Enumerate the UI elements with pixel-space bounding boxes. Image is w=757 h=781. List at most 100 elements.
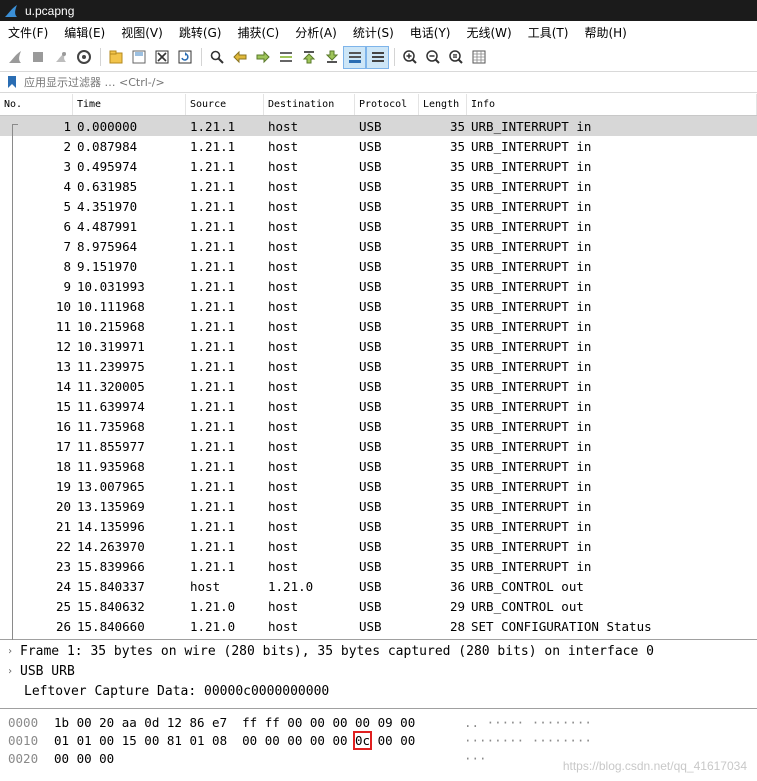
- display-filter-input[interactable]: [24, 73, 757, 91]
- packet-row[interactable]: 15 11.639974 1.21.1 host USB 35 URB_INTERRUPT …: [0, 396, 757, 416]
- capture-options-icon[interactable]: [73, 47, 94, 68]
- menu-item[interactable]: 文件(F): [0, 24, 56, 41]
- column-header-destination[interactable]: Destination: [264, 94, 355, 115]
- expand-arrow-icon[interactable]: ›: [0, 666, 20, 677]
- packet-row[interactable]: 26 15.840660 1.21.0 host USB 28 SET CONFIGURAT…: [0, 616, 757, 636]
- packet-cell-dst: host: [268, 498, 299, 514]
- find-packet-icon[interactable]: [206, 47, 227, 68]
- packet-row[interactable]: 8 9.151970 1.21.1 host USB 35 URB_INTERRUPT in: [0, 256, 757, 276]
- packet-row[interactable]: 11 10.215968 1.21.1 host USB 35 URB_INTERRUPT …: [0, 316, 757, 336]
- packet-row[interactable]: 1 0.000000 1.21.1 host USB 35 URB_INTERRUPT in: [0, 116, 757, 136]
- packet-row[interactable]: 14 11.320005 1.21.1 host USB 35 URB_INTERRUPT …: [0, 376, 757, 396]
- column-header-protocol[interactable]: Protocol: [355, 94, 419, 115]
- packet-cell-dst: host: [268, 278, 299, 294]
- packet-cell-proto: USB: [359, 398, 382, 414]
- go-first-icon[interactable]: [298, 47, 319, 68]
- packet-cell-src: 1.21.1: [190, 338, 236, 354]
- column-header-no[interactable]: No.: [0, 94, 73, 115]
- go-last-icon[interactable]: [321, 47, 342, 68]
- packet-cell-proto: USB: [359, 358, 382, 374]
- go-forward-icon[interactable]: [252, 47, 273, 68]
- menu-item[interactable]: 捕获(C): [229, 24, 287, 41]
- hex-dump-row[interactable]: 0010 01 01 00 15 00 81 01 08 00 00 00 00 …: [0, 730, 757, 750]
- packet-row[interactable]: 24 15.840337 host 1.21.0 USB 36 URB_CONTROL ou…: [0, 576, 757, 596]
- detail-tree-item[interactable]: › USB URB: [0, 661, 757, 681]
- packet-cell-no: 23: [55, 558, 71, 574]
- packet-cell-dst: host: [268, 338, 299, 354]
- packet-row[interactable]: 5 4.351970 1.21.1 host USB 35 URB_INTERRUPT in: [0, 196, 757, 216]
- menu-item[interactable]: 分析(A): [287, 24, 345, 41]
- resize-columns-icon[interactable]: [468, 47, 489, 68]
- packet-row[interactable]: 9 10.031993 1.21.1 host USB 35 URB_INTERRUPT i…: [0, 276, 757, 296]
- packet-cell-proto: USB: [359, 218, 382, 234]
- packet-cell-info: URB_INTERRUPT in: [471, 558, 592, 574]
- expand-arrow-icon[interactable]: ›: [0, 646, 20, 657]
- save-file-icon[interactable]: [128, 47, 149, 68]
- zoom-in-icon[interactable]: [399, 47, 420, 68]
- menu-item[interactable]: 帮助(H): [576, 24, 634, 41]
- packet-row[interactable]: 17 11.855977 1.21.1 host USB 35 URB_INTERRUPT …: [0, 436, 757, 456]
- packet-cell-dst: host: [268, 318, 299, 334]
- menu-item[interactable]: 视图(V): [113, 24, 171, 41]
- menu-item[interactable]: 跳转(G): [171, 24, 230, 41]
- packet-cell-len: 35: [449, 418, 465, 434]
- packet-row[interactable]: 4 0.631985 1.21.1 host USB 35 URB_INTERRUPT in: [0, 176, 757, 196]
- stop-capture-icon[interactable]: [27, 47, 48, 68]
- packet-list[interactable]: No. Time Source Destination Protocol Len…: [0, 94, 757, 640]
- packet-row[interactable]: 21 14.135996 1.21.1 host USB 35 URB_INTERRUPT …: [0, 516, 757, 536]
- go-back-icon[interactable]: [229, 47, 250, 68]
- highlighted-byte[interactable]: 0c: [353, 730, 373, 750]
- zoom-reset-icon[interactable]: [445, 47, 466, 68]
- start-capture-icon[interactable]: [4, 47, 25, 68]
- packet-row[interactable]: 10 10.111968 1.21.1 host USB 35 URB_INTERRUPT …: [0, 296, 757, 316]
- packet-cell-len: 35: [449, 458, 465, 474]
- menu-item[interactable]: 工具(T): [520, 24, 577, 41]
- packet-row[interactable]: 16 11.735968 1.21.1 host USB 35 URB_INTERRUPT …: [0, 416, 757, 436]
- packet-cell-dst: host: [268, 418, 299, 434]
- packet-row[interactable]: 19 13.007965 1.21.1 host USB 35 URB_INTERRUPT …: [0, 476, 757, 496]
- packet-row[interactable]: 22 14.263970 1.21.1 host USB 35 URB_INTERRUPT …: [0, 536, 757, 556]
- packet-row[interactable]: 25 15.840632 1.21.0 host USB 29 URB_CONTROL ou…: [0, 596, 757, 616]
- zoom-out-icon[interactable]: [422, 47, 443, 68]
- packet-row[interactable]: 13 11.239975 1.21.1 host USB 35 URB_INTERRUPT …: [0, 356, 757, 376]
- packet-row[interactable]: 6 4.487991 1.21.1 host USB 35 URB_INTERRUPT in: [0, 216, 757, 236]
- detail-tree-item[interactable]: Leftover Capture Data: 00000c0000000000: [0, 681, 757, 701]
- go-to-packet-icon[interactable]: [275, 47, 296, 68]
- packet-cell-src: 1.21.1: [190, 138, 236, 154]
- reload-file-icon[interactable]: [174, 47, 195, 68]
- hex-bytes-text: 01 01 00 15 00 81 01 08 00 00 00 00 00: [54, 732, 356, 748]
- column-header-info[interactable]: Info: [467, 94, 757, 115]
- menu-item[interactable]: 无线(W): [459, 24, 520, 41]
- detail-tree-label: Frame 1: 35 bytes on wire (280 bits), 35…: [20, 643, 654, 659]
- title-bar: u.pcapng: [0, 0, 757, 21]
- auto-scroll-icon[interactable]: [343, 45, 366, 69]
- column-header-source[interactable]: Source: [186, 94, 264, 115]
- packet-row[interactable]: 3 0.495974 1.21.1 host USB 35 URB_INTERRUPT in: [0, 156, 757, 176]
- packet-cell-src: 1.21.1: [190, 258, 236, 274]
- open-file-icon[interactable]: [105, 47, 126, 68]
- menu-item[interactable]: 电话(Y): [402, 24, 459, 41]
- menu-item[interactable]: 编辑(E): [56, 24, 113, 41]
- packet-row[interactable]: 20 13.135969 1.21.1 host USB 35 URB_INTERRUPT …: [0, 496, 757, 516]
- packet-cell-info: URB_INTERRUPT in: [471, 338, 592, 354]
- packet-row[interactable]: 2 0.087984 1.21.1 host USB 35 URB_INTERRUPT in: [0, 136, 757, 156]
- packet-cell-len: 35: [449, 238, 465, 254]
- packet-cell-info: URB_INTERRUPT in: [471, 318, 592, 334]
- column-header-length[interactable]: Length: [419, 94, 467, 115]
- packet-row[interactable]: 12 10.319971 1.21.1 host USB 35 URB_INTERRUPT …: [0, 336, 757, 356]
- packet-row[interactable]: 23 15.839966 1.21.1 host USB 35 URB_INTERRUPT …: [0, 556, 757, 576]
- packet-cell-dst: host: [268, 618, 299, 634]
- hex-dump-row[interactable]: 0000 1b 00 20 aa 0d 12 86 e7 ff ff 00 00 …: [0, 713, 757, 731]
- colorize-icon[interactable]: [366, 45, 389, 69]
- detail-tree-item[interactable]: › Frame 1: 35 bytes on wire (280 bits), 3…: [0, 641, 757, 661]
- restart-capture-icon[interactable]: [50, 47, 71, 68]
- packet-row[interactable]: 7 8.975964 1.21.1 host USB 35 URB_INTERRUPT in: [0, 236, 757, 256]
- filter-bookmark-icon[interactable]: [4, 74, 20, 90]
- packet-cell-len: 35: [449, 118, 465, 134]
- menu-item[interactable]: 统计(S): [345, 24, 402, 41]
- packet-cell-src: 1.21.1: [190, 158, 236, 174]
- packet-cell-dst: host: [268, 398, 299, 414]
- packet-row[interactable]: 18 11.935968 1.21.1 host USB 35 URB_INTERRUPT …: [0, 456, 757, 476]
- close-file-icon[interactable]: [151, 47, 172, 68]
- column-header-time[interactable]: Time: [73, 94, 186, 115]
